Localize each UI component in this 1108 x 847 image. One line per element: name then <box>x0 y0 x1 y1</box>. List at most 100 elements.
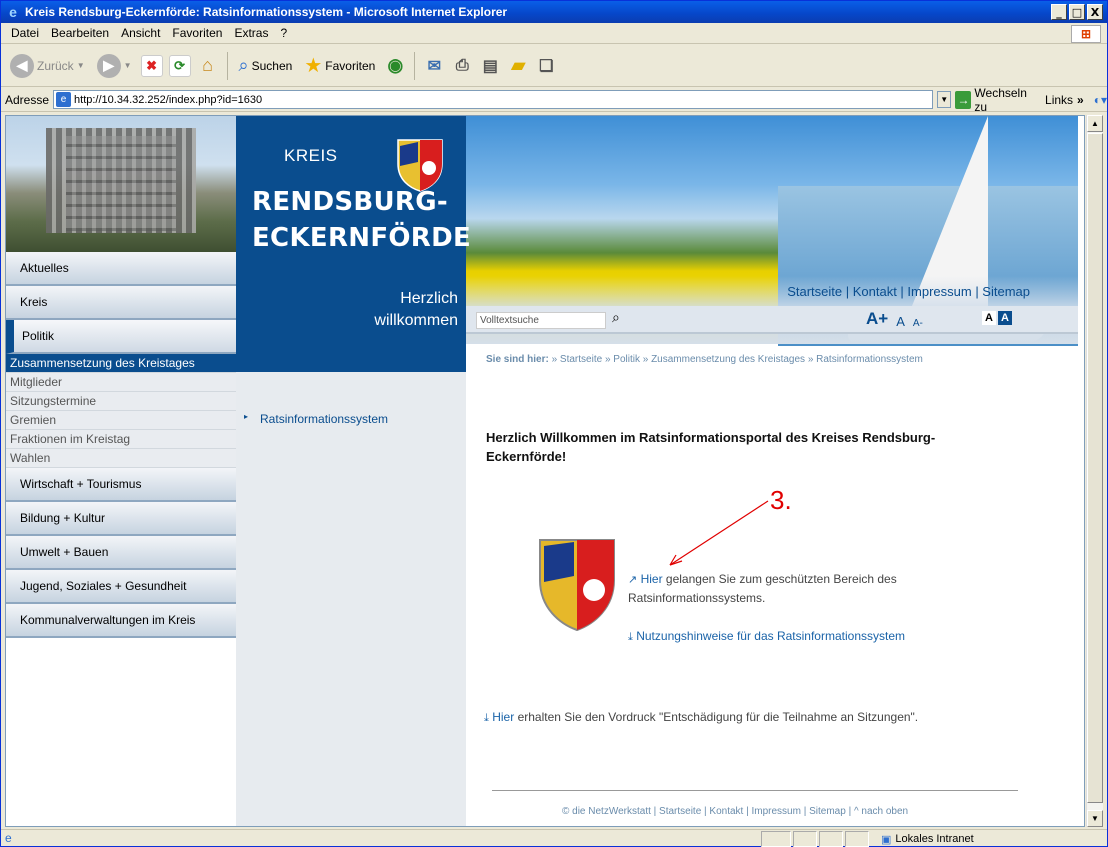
stop-icon[interactable]: ✖ <box>140 54 163 77</box>
subnav-wahlen[interactable]: Wahlen <box>6 449 236 468</box>
subnav-fraktionen[interactable]: Fraktionen im Kreistag <box>6 430 236 449</box>
contrast-normal-button[interactable]: A <box>982 311 996 325</box>
fulltext-search-input[interactable]: Volltextsuche <box>476 312 606 329</box>
search-button[interactable]: ⌕ Suchen <box>236 50 296 82</box>
nav-aktuelles[interactable]: Aktuelles <box>6 252 236 286</box>
font-normal-button[interactable]: A <box>896 314 905 329</box>
nav-jugend[interactable]: Jugend, Soziales + Gesundheit <box>6 570 236 604</box>
favorites-button[interactable]: ★ Favoriten <box>301 50 378 82</box>
nutzungshinweise-link[interactable]: Nutzungshinweise für das Ratsinformation… <box>636 629 905 643</box>
messenger-icon[interactable]: ❏ <box>535 55 557 77</box>
font-size-controls: A+ A A- <box>866 309 923 329</box>
nav-umwelt[interactable]: Umwelt + Bauen <box>6 536 236 570</box>
hier-link[interactable]: Hier <box>641 572 663 586</box>
toolbar: ◀ Zurück ▼ ▶ ▼ ✖ ⟳ ⌂ ⌕ Suchen ★ Favorite… <box>1 45 1107 87</box>
forward-arrow-icon: ▶ <box>96 53 121 78</box>
edit-icon[interactable]: ▤ <box>479 55 501 77</box>
maximize-button[interactable]: □ <box>1069 4 1085 20</box>
windows-logo-icon: ⊞ <box>1071 25 1101 43</box>
download-icon: ⤓ <box>628 631 633 643</box>
menu-help[interactable]: ? <box>274 26 293 40</box>
print-icon[interactable]: ⎙ <box>451 55 473 77</box>
go-label: Wechseln zu <box>974 85 1027 114</box>
star-icon: ★ <box>304 55 323 77</box>
go-button[interactable]: → Wechseln zu <box>955 86 1035 114</box>
address-input[interactable]: e http://10.34.32.252/index.php?id=1630 <box>53 90 934 109</box>
mid-link-ratsinfo[interactable]: ▸ Ratsinformationssystem <box>244 412 388 426</box>
address-bar: Adresse e http://10.34.32.252/index.php?… <box>1 86 1107 114</box>
page-status-icon: e <box>5 830 12 845</box>
search-icon: ⌕ <box>238 55 249 75</box>
vordruck-hier-link[interactable]: Hier <box>492 710 514 724</box>
search-label: Suchen <box>251 58 293 73</box>
back-button[interactable]: ◀ Zurück ▼ <box>7 50 88 82</box>
discuss-icon[interactable]: ▰ <box>507 55 529 77</box>
subnav-zusammensetzung[interactable]: Zusammensetzung des Kreistages <box>6 354 236 373</box>
status-bar: e ▣ Lokales Intranet <box>1 829 1107 847</box>
links-label[interactable]: Links <box>1045 93 1073 107</box>
address-url: http://10.34.32.252/index.php?id=1630 <box>74 93 263 106</box>
toolbar-divider <box>414 51 416 80</box>
coat-of-arms-large-icon <box>539 539 615 632</box>
font-increase-button[interactable]: A+ <box>866 309 888 329</box>
footer-links[interactable]: © die NetzWerkstatt | Startseite | Konta… <box>562 806 908 817</box>
back-label: Zurück <box>37 58 74 73</box>
close-button[interactable]: X <box>1087 4 1103 20</box>
hier-text: gelangen Sie zum geschützten Bereich des… <box>628 572 897 605</box>
menu-datei[interactable]: Datei <box>5 26 45 40</box>
scroll-thumb[interactable] <box>1087 133 1103 803</box>
external-link-icon: ↗ <box>628 574 638 586</box>
nav-kommunalverwaltungen[interactable]: Kommunalverwaltungen im Kreis <box>6 604 236 638</box>
bullet-icon: ▸ <box>244 412 249 421</box>
magnifier-icon[interactable]: ⌕ <box>612 309 620 326</box>
breadcrumb-label: Sie sind hier: <box>486 354 549 365</box>
zone-indicator: ▣ Lokales Intranet <box>881 831 974 847</box>
mail-icon[interactable]: ✉ <box>423 55 445 77</box>
font-decrease-button[interactable]: A- <box>913 318 923 329</box>
favorites-label: Favoriten <box>325 58 376 73</box>
nav-politik[interactable]: Politik <box>6 320 236 354</box>
subnav-mitglieder[interactable]: Mitglieder <box>6 373 236 392</box>
status-cell <box>819 831 843 847</box>
scroll-up-icon[interactable]: ▲ <box>1087 115 1103 132</box>
refresh-icon[interactable]: ⟳ <box>168 54 191 77</box>
top-links[interactable]: Startseite | Kontakt | Impressum | Sitem… <box>787 284 1030 299</box>
nav-wirtschaft[interactable]: Wirtschaft + Tourismus <box>6 468 236 502</box>
intro-text: ↗ Hier gelangen Sie zum geschützten Bere… <box>628 570 988 607</box>
vertical-scrollbar[interactable]: ▲ ▼ <box>1086 115 1103 827</box>
media-icon[interactable]: ◉ <box>384 55 406 77</box>
side-navigation: Aktuelles Kreis Politik Zusammensetzung … <box>6 252 236 638</box>
addon-icon[interactable]: ◐▾ <box>1094 93 1107 107</box>
links-chevron-icon[interactable]: » <box>1077 93 1084 107</box>
menu-favoriten[interactable]: Favoriten <box>166 26 228 40</box>
zone-label: Lokales Intranet <box>895 833 974 845</box>
menu-extras[interactable]: Extras <box>228 26 274 40</box>
forward-button[interactable]: ▶ ▼ <box>94 50 135 82</box>
ie-icon: e <box>9 4 17 20</box>
subnav-sitzungstermine[interactable]: Sitzungstermine <box>6 392 236 411</box>
subnav-gremien[interactable]: Gremien <box>6 411 236 430</box>
scroll-down-icon[interactable]: ▼ <box>1087 810 1103 827</box>
nav-kreis[interactable]: Kreis <box>6 286 236 320</box>
status-cell <box>761 831 791 847</box>
address-dropdown-icon[interactable]: ▼ <box>937 91 952 108</box>
menu-ansicht[interactable]: Ansicht <box>115 26 166 40</box>
page-icon: e <box>56 92 72 107</box>
building-photo <box>6 116 272 256</box>
contrast-high-button[interactable]: A <box>998 311 1012 325</box>
breadcrumb: Sie sind hier: » Startseite » Politik » … <box>486 354 923 365</box>
mid-link-label: Ratsinformationssystem <box>260 412 389 426</box>
intranet-icon: ▣ <box>881 833 892 846</box>
home-icon[interactable]: ⌂ <box>197 55 219 77</box>
menu-bearbeiten[interactable]: Bearbeiten <box>45 26 115 40</box>
brand-box: KREIS RENDSBURG- ECKERNFÖRDE Herzlich wi… <box>236 116 471 372</box>
brand-kreis: KREIS <box>284 146 338 165</box>
welcome-line2: willkommen <box>374 312 458 329</box>
nav-bildung[interactable]: Bildung + Kultur <box>6 502 236 536</box>
status-cell <box>793 831 817 847</box>
minimize-button[interactable]: _ <box>1051 4 1067 20</box>
welcome-text: Herzlich willkommen <box>374 288 458 332</box>
breadcrumb-path[interactable]: » Startseite » Politik » Zusammensetzung… <box>552 354 923 365</box>
annotation-arrow: 3. <box>669 485 792 566</box>
address-label: Adresse <box>5 92 50 107</box>
